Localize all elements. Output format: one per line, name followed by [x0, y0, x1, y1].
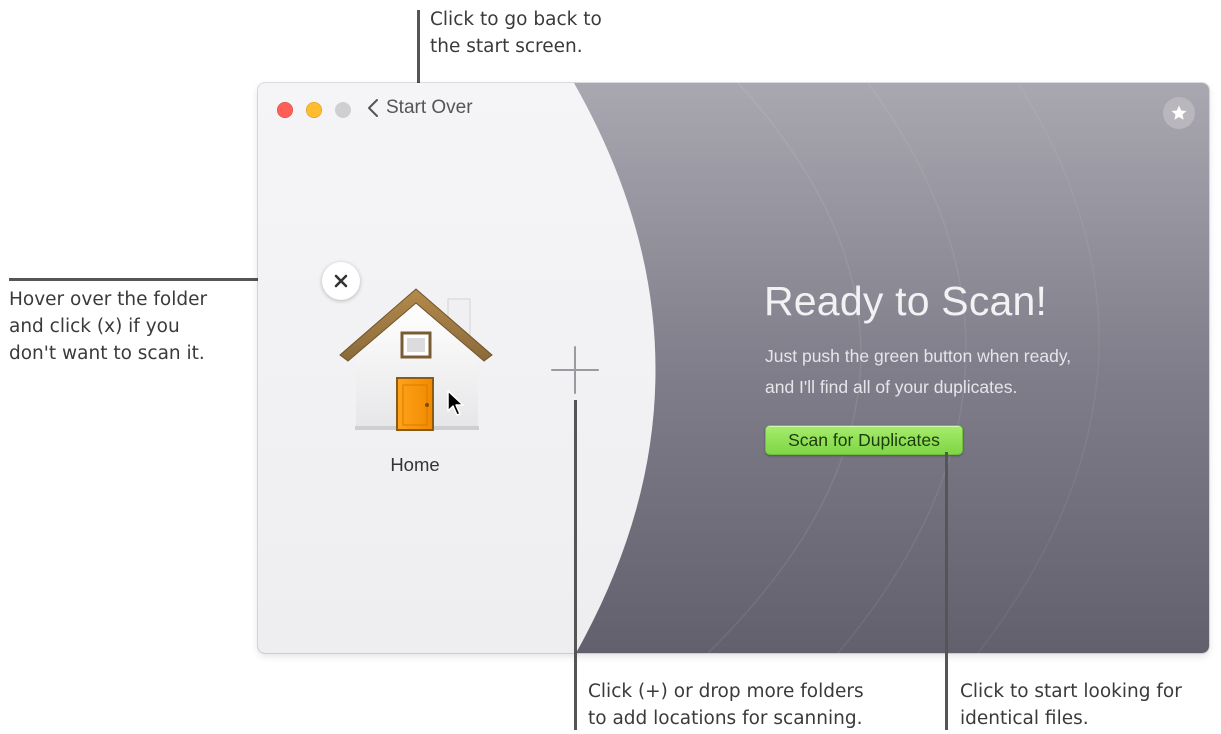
mouse-pointer-icon: [447, 390, 464, 416]
ready-description: Just push the green button when ready, a…: [765, 341, 1071, 403]
callout-add-location: Click (+) or drop more folders to add lo…: [588, 678, 864, 732]
callout-scan: Click to start looking for identical fil…: [960, 678, 1182, 732]
zoom-button[interactable]: [335, 102, 351, 118]
callout-line-text: and click (x) if you: [9, 316, 180, 337]
scan-for-duplicates-button[interactable]: Scan for Duplicates: [765, 425, 963, 455]
callout-line-text: Click to go back to: [430, 9, 602, 30]
add-location-button[interactable]: [550, 345, 600, 395]
description-line: Just push the green button when ready,: [765, 346, 1072, 366]
home-folder-icon[interactable]: [338, 283, 498, 433]
callout-line-add: [574, 400, 577, 730]
minimize-button[interactable]: [306, 102, 322, 118]
app-window: Start Over Home Ready to Scan! Just push…: [258, 83, 1209, 653]
callout-line-text: Hover over the folder: [9, 289, 208, 310]
callout-line-scan: [945, 452, 948, 730]
close-button[interactable]: [277, 102, 293, 118]
ready-title: Ready to Scan!: [764, 278, 1048, 324]
start-over-label: Start Over: [386, 97, 473, 118]
callout-line-text: identical files.: [960, 708, 1089, 729]
callout-line-text: the start screen.: [430, 36, 583, 57]
star-icon: [1171, 105, 1187, 120]
callout-line-text: Click to start looking for: [960, 681, 1182, 702]
callout-line-text: don't want to scan it.: [9, 343, 205, 364]
chevron-left-icon: [368, 99, 378, 117]
callout-remove-folder: Hover over the folder and click (x) if y…: [9, 286, 207, 367]
favorite-button[interactable]: [1163, 97, 1195, 129]
callout-line-text: to add locations for scanning.: [588, 708, 863, 729]
description-line: and I'll find all of your duplicates.: [765, 377, 1018, 397]
callout-start-over: Click to go back to the start screen.: [430, 6, 602, 60]
callout-line-text: Click (+) or drop more folders: [588, 681, 864, 702]
folder-name-label: Home: [390, 454, 440, 475]
start-over-button[interactable]: Start Over: [366, 97, 473, 119]
